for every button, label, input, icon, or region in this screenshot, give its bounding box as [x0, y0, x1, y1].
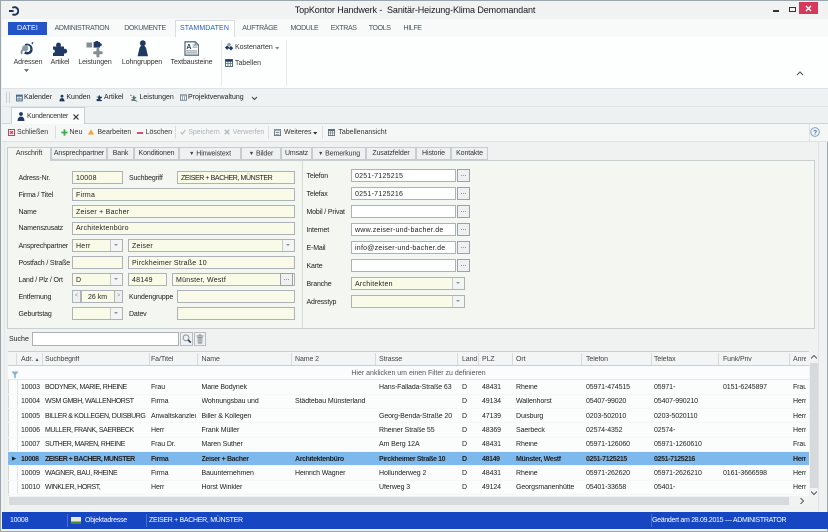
svg-text:?: ? — [813, 129, 817, 136]
svg-text:A: A — [186, 44, 191, 51]
